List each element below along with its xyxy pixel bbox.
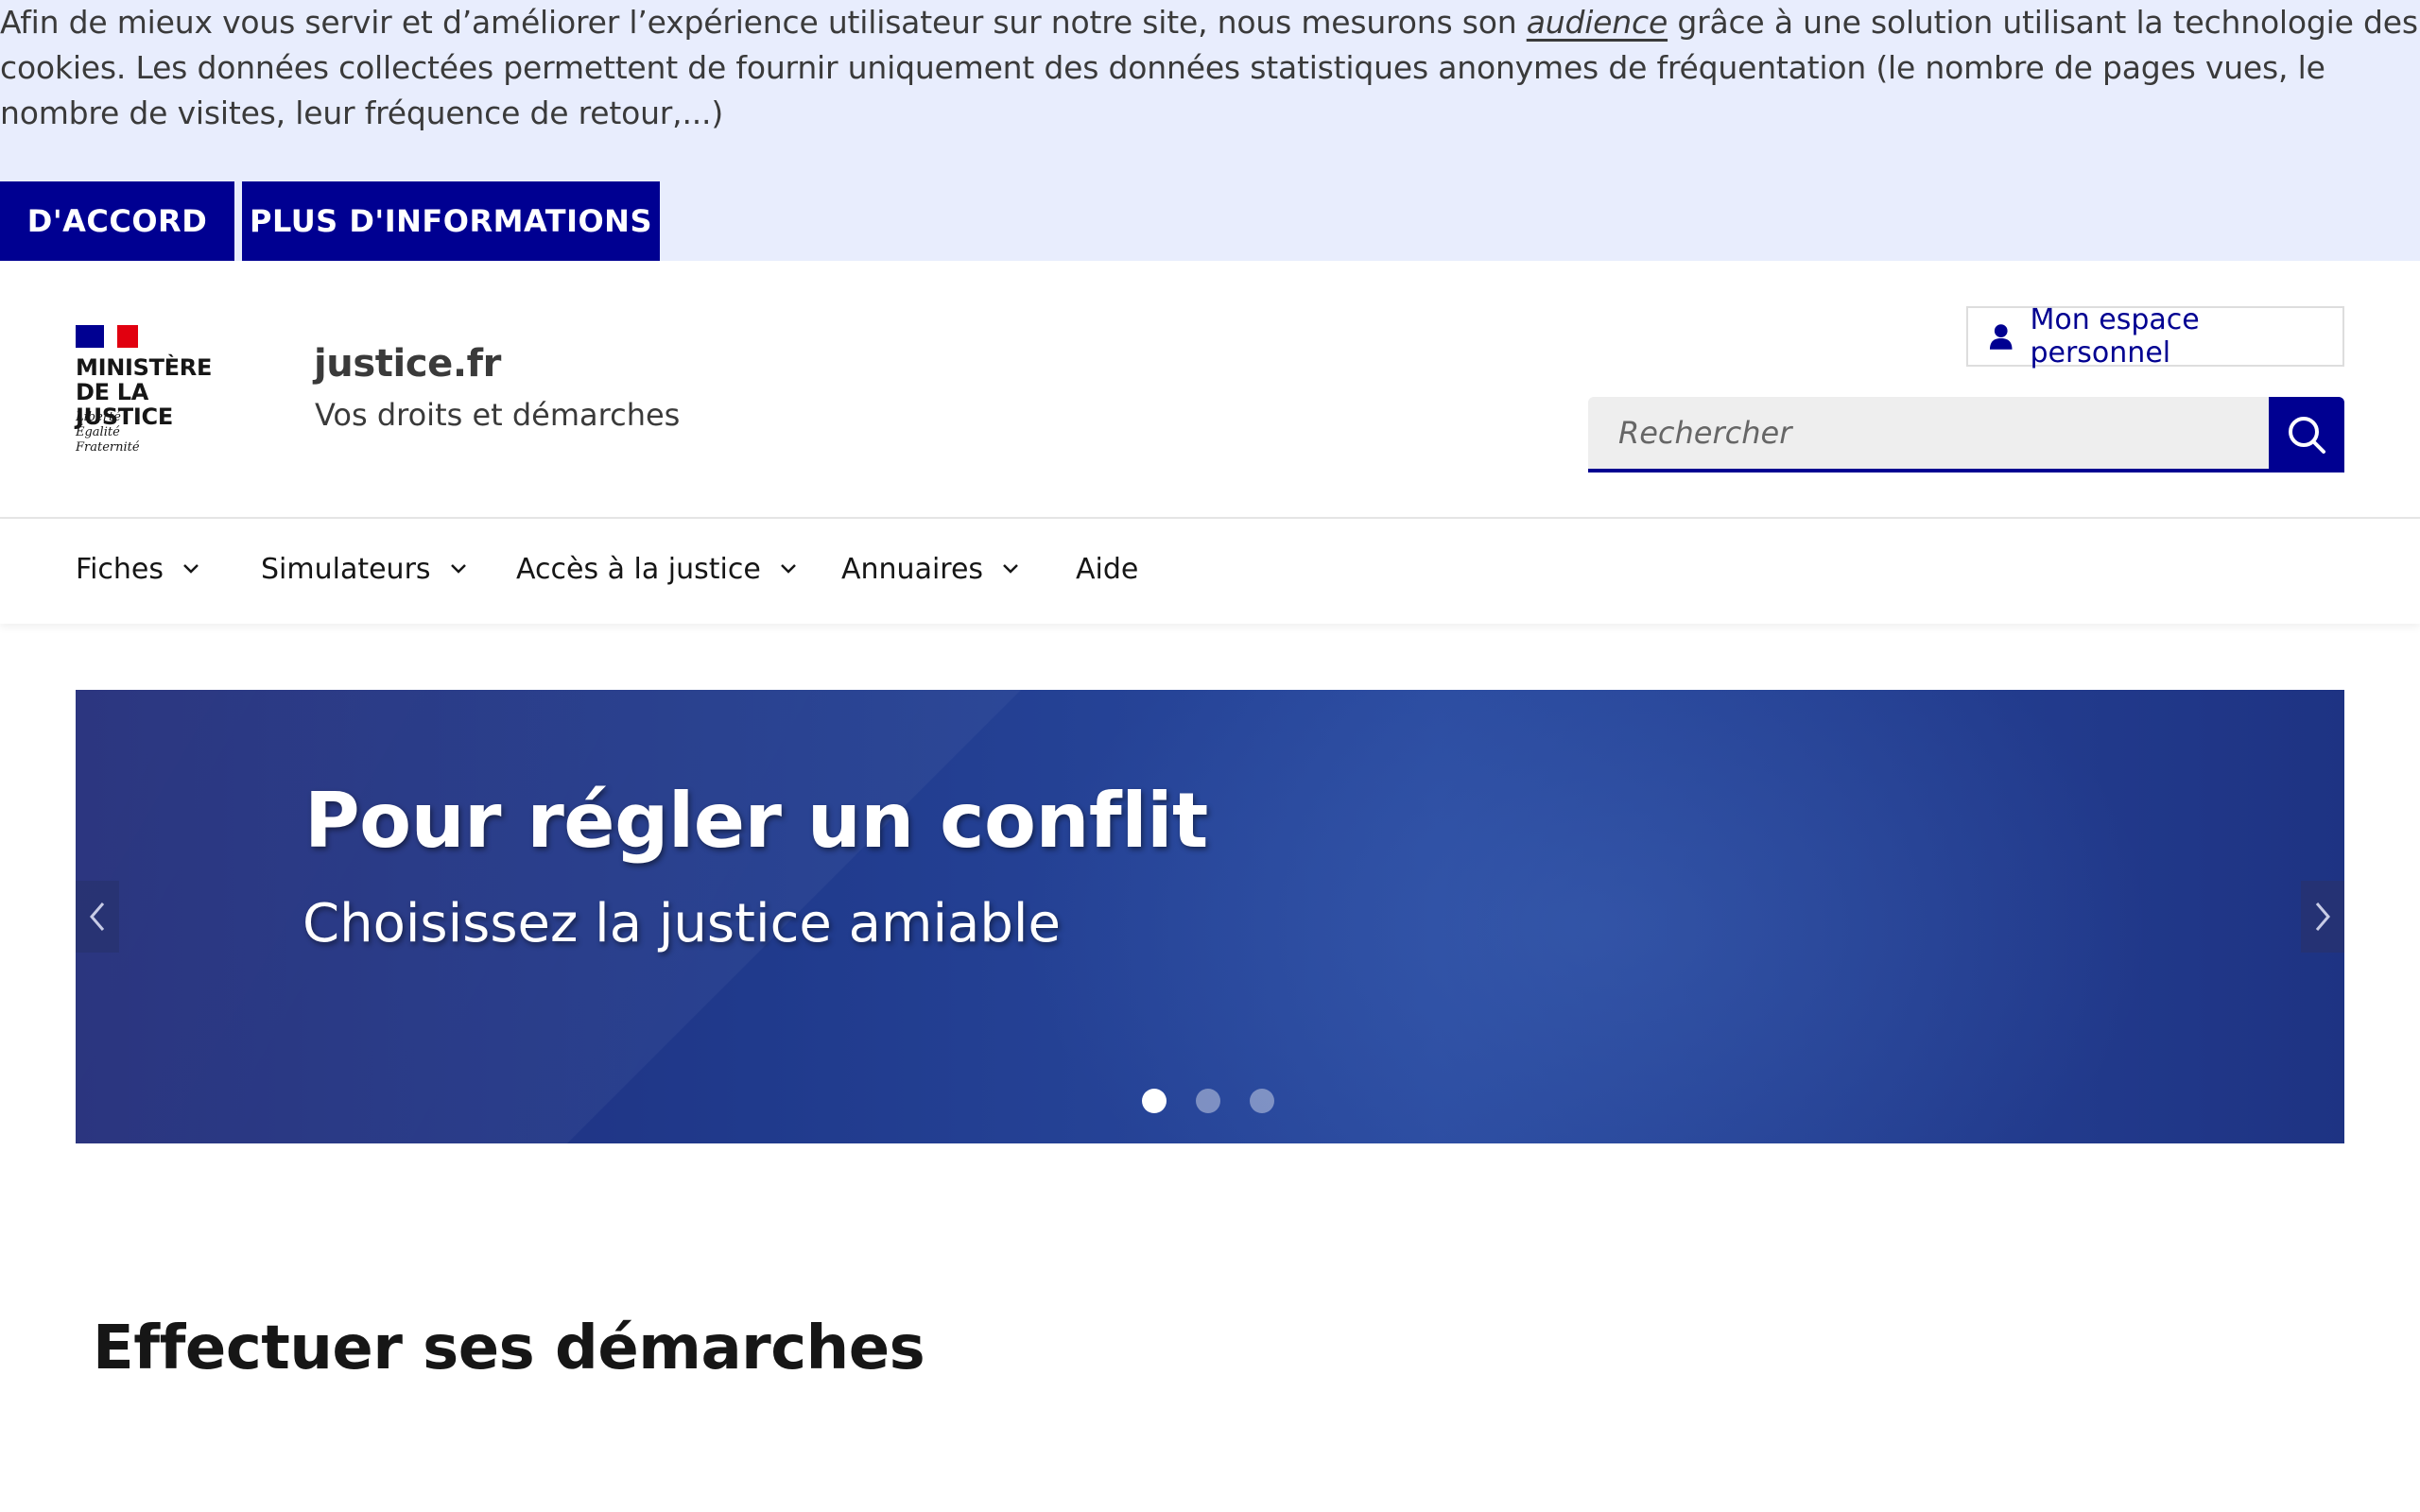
chevron-down-icon — [780, 564, 796, 574]
site-tagline: Vos droits et démarches — [315, 397, 681, 433]
accept-cookies-button[interactable]: D'ACCORD — [0, 181, 234, 261]
search-icon — [2289, 417, 2325, 454]
slide-title: Pour régler un conflit — [304, 777, 1208, 865]
account-label: Mon espace personnel — [2030, 303, 2200, 369]
search-button[interactable] — [2269, 397, 2344, 472]
nav-label: Accès à la justice — [516, 552, 761, 586]
hero-carousel: Pour régler un conflit Choisissez la jus… — [76, 690, 2344, 1143]
chevron-down-icon — [183, 564, 199, 574]
nav-label: Aide — [1076, 552, 1139, 586]
ministry-logo[interactable]: MINISTÈRE DE LA JUSTICE Liberté Égalité … — [76, 325, 246, 457]
main-nav: Fiches Simulateurs Accès à la justice An… — [0, 520, 2420, 624]
section-title: Effectuer ses démarches — [93, 1314, 925, 1383]
logo-title-line1: MINISTÈRE — [76, 354, 213, 381]
chevron-down-icon — [450, 564, 466, 574]
nav-label: Simulateurs — [261, 552, 431, 586]
cookie-text-before: Afin de mieux vous servir et d’améliorer… — [0, 4, 1527, 41]
motto-line2: Égalité — [76, 425, 120, 439]
carousel-prev-button[interactable] — [76, 881, 119, 953]
logo-motto: Liberté Égalité Fraternité — [76, 410, 140, 455]
carousel-glow — [926, 690, 2250, 1143]
french-flag-icon — [76, 325, 138, 348]
more-info-button[interactable]: PLUS D'INFORMATIONS — [242, 181, 660, 261]
motto-line3: Fraternité — [76, 440, 140, 455]
chevron-right-icon — [2315, 902, 2330, 931]
slide-subtitle: Choisissez la justice amiable — [302, 893, 1061, 954]
account-button[interactable]: Mon espace personnel — [1966, 303, 2344, 369]
nav-label: Fiches — [76, 552, 164, 586]
carousel-dot-1[interactable] — [1142, 1089, 1167, 1113]
nav-label: Annuaires — [841, 552, 984, 586]
cookie-message: Afin de mieux vous servir et d’améliorer… — [0, 0, 2420, 136]
carousel-dot-3[interactable] — [1250, 1089, 1274, 1113]
nav-item-aide[interactable]: Aide — [1076, 520, 1138, 618]
site-header — [0, 261, 2420, 519]
nav-item-acces-justice[interactable]: Accès à la justice — [516, 520, 797, 618]
site-name[interactable]: justice.fr — [314, 342, 501, 386]
search-input[interactable] — [1588, 397, 2269, 472]
nav-item-fiches[interactable]: Fiches — [76, 520, 199, 618]
carousel-dots — [1142, 1089, 1274, 1113]
chevron-down-icon — [1003, 564, 1018, 574]
carousel-dot-2[interactable] — [1196, 1089, 1220, 1113]
carousel-next-button[interactable] — [2301, 881, 2344, 953]
motto-line1: Liberté — [76, 410, 121, 424]
nav-item-annuaires[interactable]: Annuaires — [841, 520, 1019, 618]
audience-link[interactable]: audience — [1527, 4, 1668, 41]
nav-item-simulateurs[interactable]: Simulateurs — [261, 520, 467, 618]
chevron-left-icon — [90, 902, 105, 931]
user-icon — [1989, 324, 2013, 350]
cookie-banner: Afin de mieux vous servir et d’améliorer… — [0, 0, 2420, 261]
